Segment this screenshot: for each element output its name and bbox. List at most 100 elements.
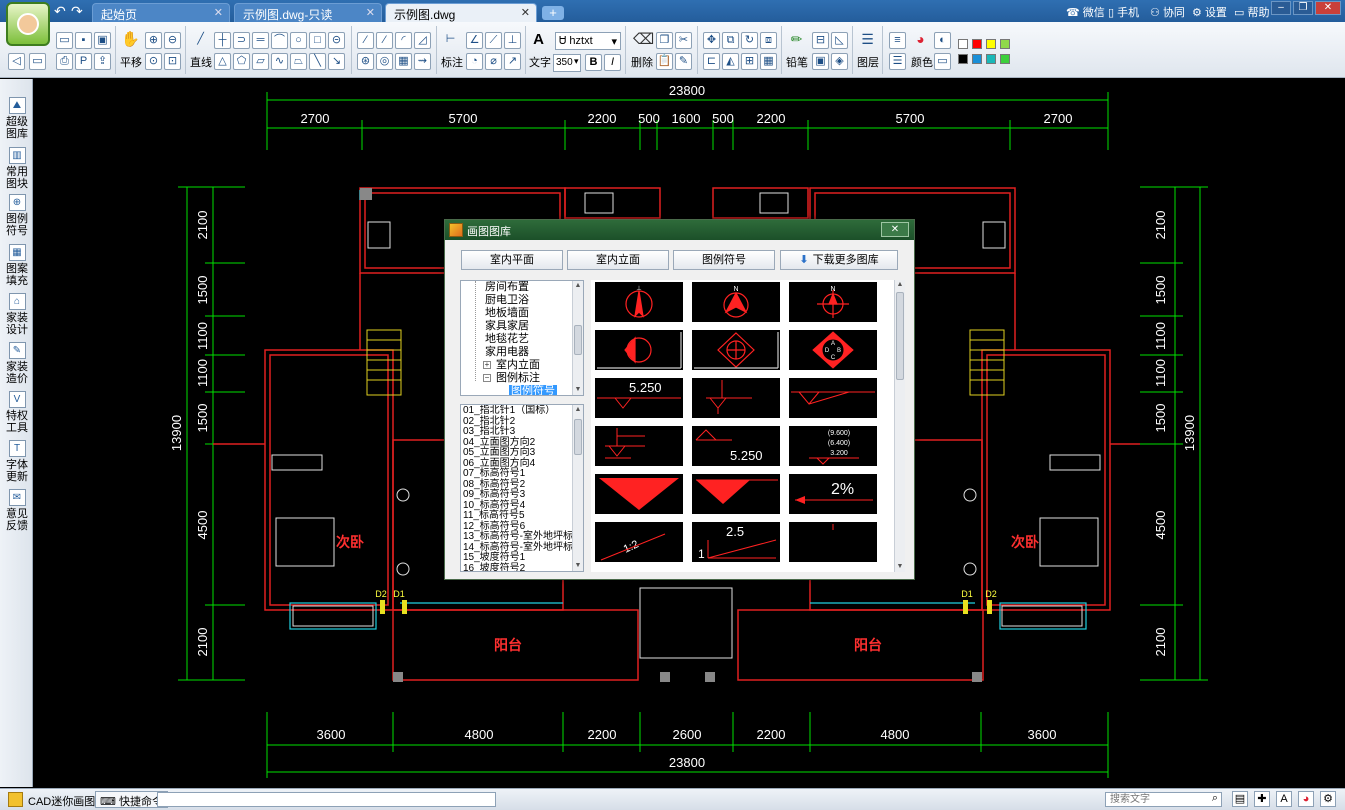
sidebar-item-super-library[interactable]: ⛰ 超级图库 <box>2 97 32 140</box>
list-item[interactable]: 07_标高符号1 <box>463 468 525 480</box>
expand-icon[interactable]: + <box>483 361 491 369</box>
sidebar-item-home-cost[interactable]: ✎ 家装造价 <box>2 342 32 385</box>
thumb-elevation-5[interactable]: 5.250 <box>692 426 780 466</box>
thumb-north-arrow-2[interactable]: N <box>692 282 780 322</box>
sidebar-item-common-blocks[interactable]: ▥ 常用图块 <box>2 147 32 190</box>
close-window-button[interactable]: ✕ <box>1315 1 1341 15</box>
rotate-copy-icon[interactable]: ↻ <box>741 32 758 49</box>
color-swatch-lime[interactable] <box>1000 54 1010 64</box>
collab-link[interactable]: ⚇ 协同 <box>1150 4 1185 20</box>
sidebar-item-font-update[interactable]: T 字体更新 <box>2 440 32 483</box>
arrow-line-icon[interactable]: ↘ <box>328 53 345 70</box>
scale-icon[interactable]: ⧉ <box>722 32 739 49</box>
triangle-icon[interactable]: △ <box>214 53 231 70</box>
sidebar-item-hatch[interactable]: ▦ 图案填充 <box>2 244 32 287</box>
list-item[interactable]: 09_标高符号3 <box>463 489 525 501</box>
export-icon[interactable]: ⇪ <box>94 53 111 70</box>
phone-link[interactable]: ▯ 手机 <box>1108 4 1139 20</box>
color-wheel-icon[interactable]: ◕ <box>1298 791 1314 807</box>
grid-icon[interactable]: ▦ <box>760 53 777 70</box>
tree-item[interactable]: 家用电器 <box>485 346 529 359</box>
tab-start-page[interactable]: 起始页 ✕ <box>92 3 230 22</box>
scroll-up-icon[interactable]: ▲ <box>573 281 583 291</box>
sidebar-item-legend-symbols[interactable]: ⊕ 图例符号 <box>2 194 32 237</box>
angle-dim-icon[interactable]: ∠ <box>466 32 483 49</box>
thumb-north-arrow-1[interactable]: ⊥ <box>595 282 683 322</box>
scroll-thumb[interactable] <box>574 325 582 355</box>
thumbnail-scrollbar[interactable]: ▲ ▼ <box>894 280 905 572</box>
break-icon[interactable]: ⁄ <box>357 32 374 49</box>
command-input[interactable] <box>157 792 496 807</box>
thumb-outdoor-level-1[interactable] <box>595 474 683 514</box>
tab-legend-symbols[interactable]: 图例符号 <box>673 250 775 270</box>
fill-color-icon[interactable]: ◐ <box>934 32 951 49</box>
tree-item[interactable]: 家具家居 <box>485 320 529 333</box>
dimension-label[interactable]: 标注 <box>441 54 463 70</box>
minimize-button[interactable]: – <box>1271 1 1291 15</box>
scroll-thumb[interactable] <box>574 419 582 455</box>
parallelogram-icon[interactable]: ▱ <box>252 53 269 70</box>
tab-example[interactable]: 示例图.dwg ✕ <box>385 3 537 22</box>
layer-label[interactable]: 图层 <box>857 54 879 70</box>
dialog-title-bar[interactable]: 画图图库 ✕ <box>445 220 914 240</box>
thumb-elev-dir-2[interactable] <box>595 330 683 370</box>
pentagon-icon[interactable]: ⬠ <box>233 53 250 70</box>
scroll-down-icon[interactable]: ▼ <box>573 385 583 395</box>
pan-hand-icon[interactable]: ✋ <box>121 32 140 49</box>
leader-icon[interactable]: ↗ <box>504 53 521 70</box>
symbol-thumbnail-grid[interactable]: ⊥ N N ABCD 5.250 5.250 (9.600) (6.400) 3… <box>591 280 905 572</box>
list-item[interactable]: 11_标高符号5 <box>463 510 525 522</box>
fillet-icon[interactable]: ◜ <box>395 32 412 49</box>
page-icon[interactable]: ▭ <box>29 53 46 70</box>
zoom-out-icon[interactable]: ⊖ <box>164 32 181 49</box>
color-swatch-white[interactable] <box>958 39 968 49</box>
color-swatch-cyan[interactable] <box>986 54 996 64</box>
pencil-icon[interactable]: ✏ <box>788 32 805 49</box>
thumb-north-arrow-3[interactable]: N <box>789 282 877 322</box>
print-icon[interactable]: ⎙ <box>56 53 73 70</box>
hatch-tool-icon[interactable]: ▦ <box>395 53 412 70</box>
line-weight-icon[interactable]: ≡ <box>889 32 906 49</box>
thumb-slope-1[interactable]: 2% <box>789 474 877 514</box>
color-swatch-yellow[interactable] <box>986 39 996 49</box>
align-icon[interactable]: ⊞ <box>741 53 758 70</box>
arc-line-icon[interactable]: ⊃ <box>233 32 250 49</box>
tree-item[interactable]: 地板墙面 <box>485 307 529 320</box>
close-icon[interactable]: ✕ <box>366 6 375 19</box>
page-view-icon[interactable]: ▤ <box>1232 791 1248 807</box>
copy-icon[interactable]: ❐ <box>656 32 673 49</box>
thumb-elev-dir-4[interactable]: ABCD <box>789 330 877 370</box>
tree-item[interactable]: 厨电卫浴 <box>485 294 529 307</box>
text-color-icon[interactable]: ▭ <box>934 53 951 70</box>
color-swatch-red[interactable] <box>972 39 982 49</box>
tree-item[interactable]: 地毯花艺 <box>485 333 529 346</box>
arc-icon[interactable]: ⌒ <box>271 32 288 49</box>
array-icon[interactable]: ⧈ <box>760 32 777 49</box>
dialog-close-button[interactable]: ✕ <box>881 222 909 237</box>
sidebar-item-home-design[interactable]: ⌂ 家装设计 <box>2 293 32 336</box>
search-icon[interactable]: ⌕ <box>1207 791 1223 807</box>
thumb-elevation-2[interactable] <box>692 378 780 418</box>
thumb-elevation-3[interactable] <box>789 378 877 418</box>
zoom-extents-icon[interactable]: ⊡ <box>164 53 181 70</box>
color-label[interactable]: 颜色 <box>911 54 933 70</box>
save-icon[interactable]: ▪ <box>75 32 92 49</box>
rotate-icon[interactable]: ⊛ <box>357 53 374 70</box>
line-type-icon[interactable]: ☰ <box>889 53 906 70</box>
wechat-link[interactable]: ☎ 微信 <box>1066 4 1105 20</box>
pencil-label[interactable]: 铅笔 <box>786 54 808 70</box>
thumb-elev-dir-3[interactable] <box>692 330 780 370</box>
settings-small-icon[interactable]: ⚙ <box>1320 791 1336 807</box>
thumb-slope-4[interactable] <box>789 522 877 562</box>
sidebar-item-privilege-tools[interactable]: V 特权工具 <box>2 391 32 434</box>
text-tool-icon[interactable]: A <box>530 32 547 49</box>
radius-dim-icon[interactable]: ◔ <box>466 53 483 70</box>
spline-icon[interactable]: ∿ <box>271 53 288 70</box>
tree-item[interactable]: 房间布置 <box>485 281 529 294</box>
zoom-in-icon[interactable]: ⊕ <box>145 32 162 49</box>
move-icon[interactable]: ✥ <box>703 32 720 49</box>
thumb-elevation-6[interactable]: (9.600) (6.400) 3.200 <box>789 426 877 466</box>
text-label[interactable]: 文字 <box>529 54 551 70</box>
dimension-icon[interactable]: ⊢ <box>442 32 459 49</box>
list-item[interactable]: 05_立面图方向3 <box>463 447 535 459</box>
